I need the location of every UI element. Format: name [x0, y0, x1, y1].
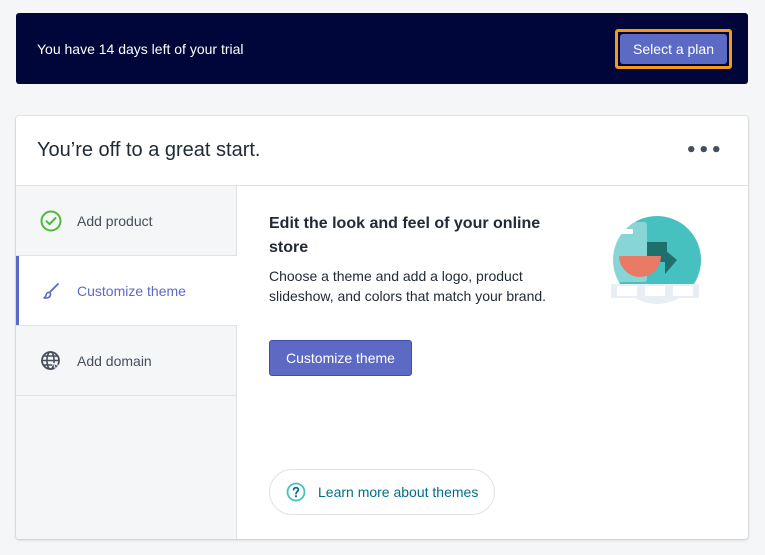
card-body: Add product Customize theme Add domain E…	[16, 186, 748, 539]
customize-theme-button[interactable]: Customize theme	[269, 340, 412, 376]
panel-title: Edit the look and feel of your online st…	[269, 215, 541, 256]
step-panel: Edit the look and feel of your online st…	[237, 186, 748, 539]
step-label: Add domain	[77, 352, 152, 369]
learn-more-link[interactable]: Learn more about themes	[269, 469, 496, 515]
learn-more-label: Learn more about themes	[318, 484, 479, 500]
card-title: You’re off to a great start.	[37, 139, 261, 161]
panel-description: Choose a theme and add a logo, product s…	[269, 268, 547, 304]
step-label: Add product	[77, 212, 153, 229]
globe-icon	[40, 350, 62, 372]
step-list: Add product Customize theme Add domain	[16, 186, 237, 539]
more-actions-button[interactable]: •••	[681, 136, 727, 165]
focus-ring: Select a plan	[615, 28, 732, 69]
setup-guide-card: You’re off to a great start. ••• Add pro…	[16, 116, 748, 539]
question-circle-icon	[286, 482, 306, 502]
select-plan-button[interactable]: Select a plan	[620, 33, 727, 64]
step-customize-theme[interactable]: Customize theme	[16, 256, 237, 326]
check-circle-icon	[40, 210, 62, 232]
step-label: Customize theme	[77, 282, 186, 299]
theme-illustration	[607, 214, 703, 311]
card-header: You’re off to a great start. •••	[16, 116, 748, 186]
step-add-domain[interactable]: Add domain	[16, 326, 236, 396]
trial-banner: You have 14 days left of your trial Sele…	[16, 13, 748, 84]
paintbrush-icon	[40, 280, 62, 302]
trial-text: You have 14 days left of your trial	[37, 40, 244, 57]
step-add-product[interactable]: Add product	[16, 186, 236, 256]
